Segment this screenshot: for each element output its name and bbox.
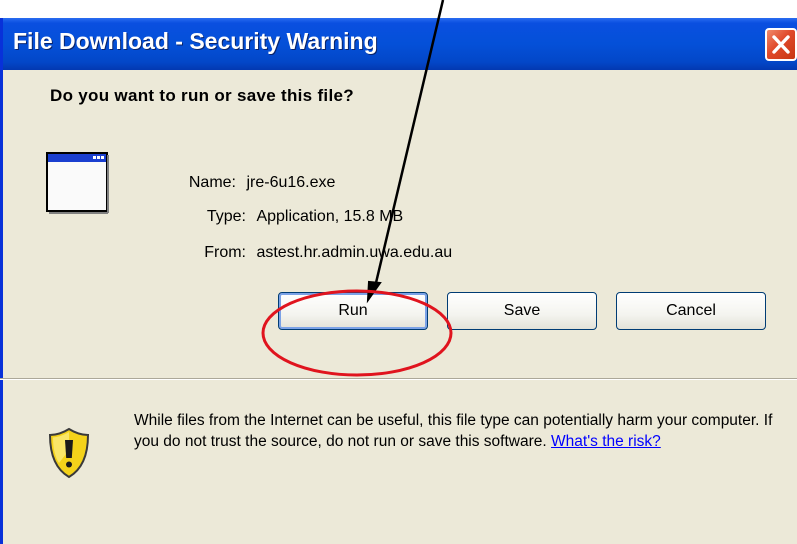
- file-from-row: From: astest.hr.admin.uwa.edu.au: [176, 244, 452, 262]
- file-name-value: jre-6u16.exe: [246, 174, 336, 191]
- title-bar[interactable]: File Download - Security Warning: [3, 18, 797, 70]
- save-button[interactable]: Save: [447, 292, 597, 330]
- file-name-label: Name:: [188, 174, 236, 191]
- dialog-question: Do you want to run or save this file?: [50, 86, 354, 105]
- section-divider-highlight: [0, 379, 797, 380]
- close-button[interactable]: [765, 28, 797, 61]
- security-shield-icon: [48, 427, 90, 479]
- whats-the-risk-link[interactable]: What's the risk?: [551, 433, 661, 450]
- security-warning-text: While files from the Internet can be use…: [134, 410, 789, 452]
- file-type-row: Type: Application, 15.8 MB: [176, 208, 403, 226]
- file-type-value: Application, 15.8 MB: [256, 208, 404, 225]
- file-from-value: astest.hr.admin.uwa.edu.au: [256, 244, 453, 261]
- close-icon: [772, 35, 790, 54]
- file-from-label: From:: [204, 244, 246, 261]
- run-button[interactable]: Run: [278, 292, 428, 330]
- cancel-button[interactable]: Cancel: [616, 292, 766, 330]
- window-title: File Download - Security Warning: [13, 28, 378, 54]
- application-window-icon: [46, 152, 109, 214]
- warning-message: While files from the Internet can be use…: [134, 412, 773, 450]
- file-name-row: Name: jre-6u16.exe: [176, 174, 336, 192]
- file-type-label: Type:: [206, 208, 246, 225]
